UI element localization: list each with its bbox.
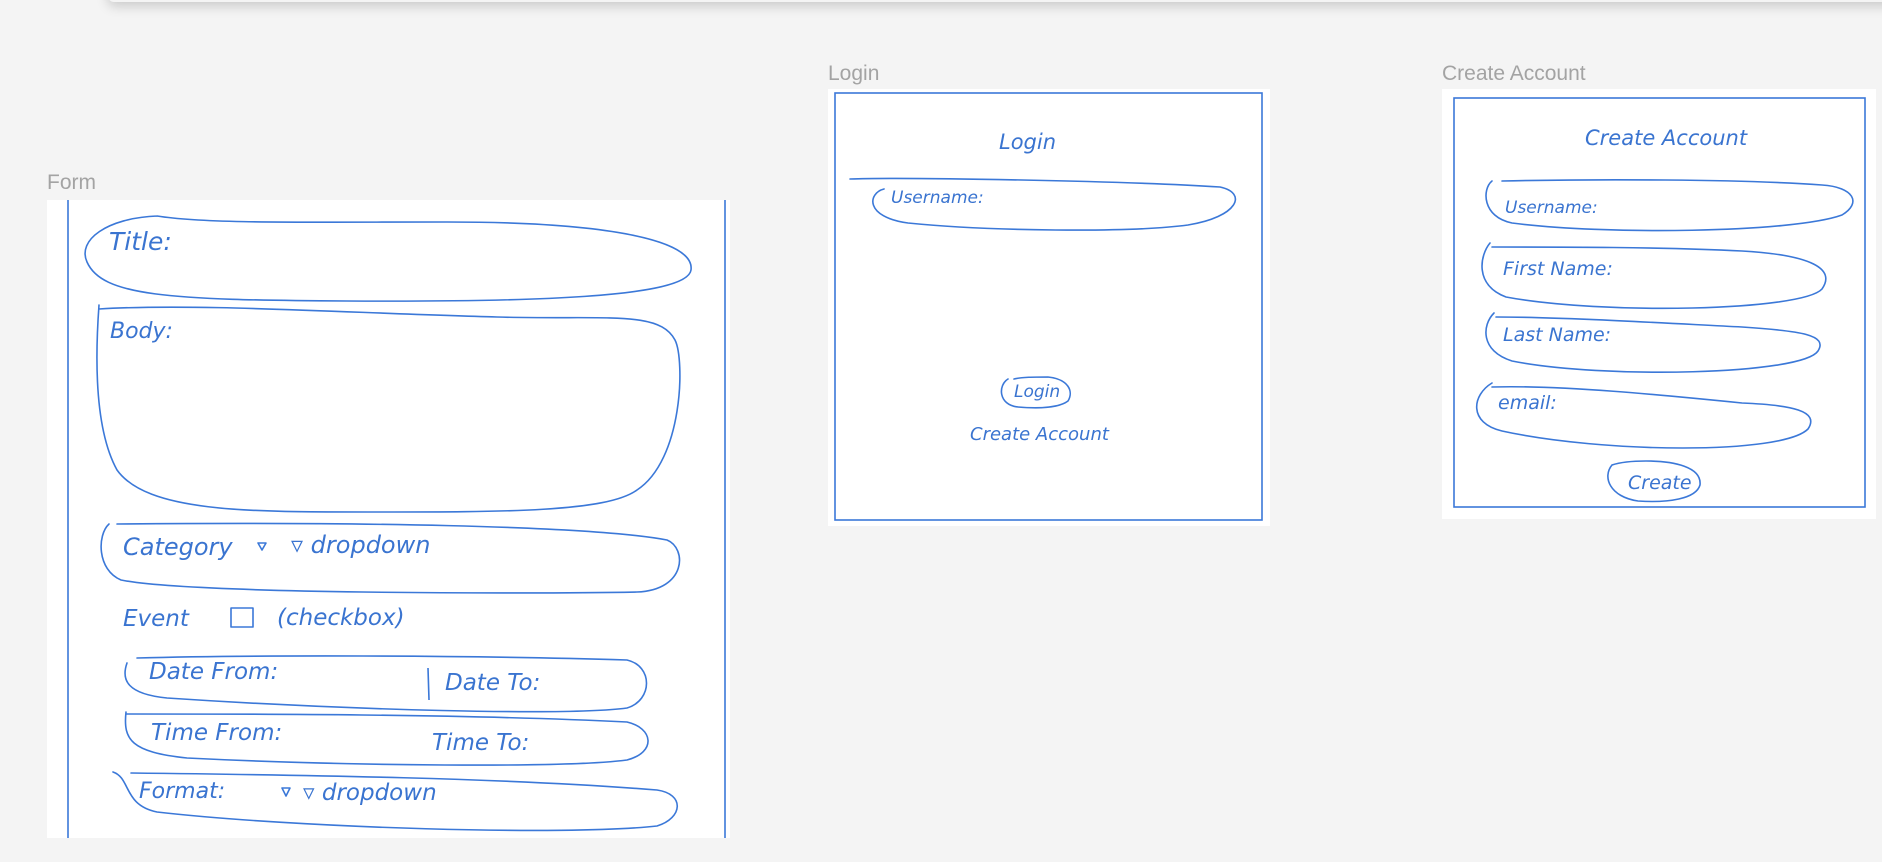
body-field-outline	[96, 304, 681, 513]
top-toolbar-shadow	[108, 0, 1882, 2]
body-label: Body:	[110, 319, 173, 344]
format-dropdown-triangle	[281, 787, 291, 797]
frame-label-create-account[interactable]: Create Account	[1442, 62, 1586, 86]
create-account-link[interactable]: Create Account	[970, 424, 1110, 445]
login-frame-border	[834, 92, 1263, 521]
event-checkbox-note: (checkbox)	[277, 605, 405, 631]
login-sketch: Login Username: Login Create Account	[834, 92, 1263, 521]
category-dropdown-triangle	[257, 542, 267, 551]
ca-heading: Create Account	[1585, 126, 1748, 150]
form-sketch: Title: Body: Category ▿ dropdown Event (…	[67, 200, 726, 838]
category-label: Category	[123, 533, 233, 561]
ca-email-label: email:	[1498, 392, 1557, 414]
ca-username-label: Username:	[1505, 198, 1598, 218]
ca-create-button-label[interactable]: Create	[1628, 472, 1692, 494]
date-row-divider	[427, 667, 430, 701]
frame-label-login[interactable]: Login	[828, 62, 879, 86]
frame-label-form[interactable]: Form	[47, 171, 96, 195]
ca-last-name-label: Last Name:	[1503, 324, 1611, 346]
date-from-label: Date From:	[149, 659, 278, 685]
login-button-label[interactable]: Login	[1014, 382, 1060, 402]
frame-login[interactable]: Login Username: Login Create Account	[828, 89, 1270, 526]
event-label: Event	[123, 606, 190, 632]
format-dropdown-label[interactable]: ▿ dropdown	[303, 780, 437, 806]
date-to-label: Date To:	[445, 670, 540, 696]
title-field-outline	[84, 215, 692, 302]
event-checkbox[interactable]	[230, 607, 254, 628]
title-label: Title:	[109, 227, 172, 256]
time-to-label: Time To:	[432, 730, 529, 756]
create-account-sketch: Create Account Username: First Name: Las…	[1453, 97, 1866, 508]
login-username-label: Username:	[891, 188, 984, 208]
create-account-frame-border	[1453, 97, 1866, 508]
login-heading: Login	[999, 130, 1056, 154]
frame-create-account[interactable]: Create Account Username: First Name: Las…	[1442, 89, 1876, 519]
category-dropdown-label[interactable]: ▿ dropdown	[291, 531, 430, 559]
time-from-label: Time From:	[151, 720, 282, 746]
format-label: Format:	[139, 779, 225, 804]
ca-first-name-label: First Name:	[1503, 258, 1613, 280]
frame-form[interactable]: Title: Body: Category ▿ dropdown Event (…	[47, 200, 730, 838]
